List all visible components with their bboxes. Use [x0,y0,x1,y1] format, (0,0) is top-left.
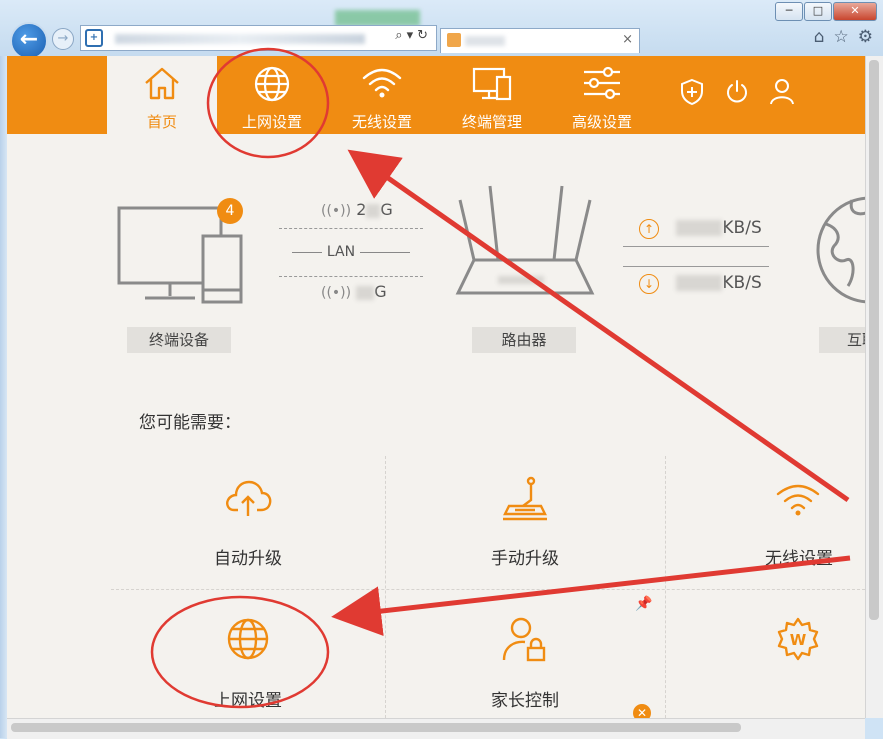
close-icon[interactable]: ✕ [633,704,651,718]
upload-speed: ↑ KB/S [639,218,762,239]
wifi-signal-icon: ((•)) [321,203,352,219]
globe-icon [254,66,290,102]
tab-internet-settings[interactable]: 上网设置 [217,56,327,134]
address-text-blurred [115,34,365,44]
devices-icon [472,67,512,101]
tile-parental-control[interactable]: 家长控制 📌 ✕ [385,590,665,718]
wps-gear-icon: W [777,617,819,661]
router-admin-page: 首页 上网设置 无线设置 终端管理 高级设置 4 终端设备 ((•)) 2 G … [7,56,865,718]
tile-label: 无线设置 [765,549,833,569]
browser-tab[interactable]: × [440,28,640,53]
tile-label: 上网设置 [214,691,282,711]
cloud-upload-icon [226,480,272,516]
pin-icon[interactable]: 📌 [635,596,652,612]
window-frame [0,56,7,738]
scrollbar-thumb[interactable] [11,723,741,732]
speed-divider [623,246,769,247]
horizontal-scrollbar[interactable] [7,718,865,739]
band-5-suffix: G [374,282,387,301]
internet-globe-graphic[interactable] [812,194,865,306]
band-24-status: ((•)) 2G [321,200,393,219]
terminal-count-badge: 4 [217,198,243,224]
tab-title-blurred [465,36,505,46]
nav-label: 终端管理 [461,113,522,131]
address-bar[interactable]: + ⌕▾↻ [80,25,437,51]
user-icon[interactable] [769,78,795,106]
nav-label: 高级设置 [571,113,632,131]
router-label[interactable]: 路由器 [472,327,576,353]
lan-label: LAN [279,244,423,260]
tab-favicon [447,33,461,47]
internet-label[interactable]: 互联 [819,327,865,353]
lan-divider [279,228,423,229]
parental-lock-icon [502,617,546,662]
scrollbar-thumb[interactable] [869,60,879,620]
power-icon[interactable] [724,78,750,106]
tile-wps[interactable]: W [665,590,865,718]
home-icon [145,67,179,100]
tab-wireless-settings[interactable]: 无线设置 [327,56,437,134]
star-icon[interactable]: ☆ [834,27,849,47]
forward-button[interactable]: → [52,28,74,50]
tile-auto-upgrade[interactable]: 自动升级 [111,456,385,589]
globe-icon [227,618,269,660]
sliders-icon [584,66,620,100]
blurred-region [335,10,420,26]
download-speed: ↓ KB/S [639,273,762,294]
vertical-scrollbar[interactable] [865,56,883,718]
minimize-button[interactable]: ─ [775,2,803,21]
site-icon: + [85,29,103,47]
lan-divider [279,276,423,277]
tab-close-icon[interactable]: × [622,32,633,47]
wifi-icon [776,484,820,516]
tile-label: 手动升级 [491,549,559,569]
tile-label: 家长控制 [491,691,559,711]
maximize-button[interactable]: □ [804,2,832,21]
address-tools[interactable]: ⌕▾↻ [395,28,432,43]
gear-icon[interactable]: ⚙ [858,27,873,47]
band-24-prefix: 2 [356,200,367,219]
wifi-icon [362,68,402,98]
upload-unit: KB/S [722,218,762,238]
download-unit: KB/S [722,273,762,293]
close-window-button[interactable]: ✕ [833,2,877,21]
tile-internet-settings[interactable]: 上网设置 [111,590,385,718]
tab-home[interactable]: 首页 [107,56,217,134]
nav-label: 首页 [146,113,177,131]
band-5-status: ((•)) G [321,282,387,301]
download-arrow-icon: ↓ [639,274,659,294]
home-icon[interactable]: ⌂ [814,27,825,47]
top-nav: 首页 上网设置 无线设置 终端管理 高级设置 [7,56,865,134]
terminal-devices-label[interactable]: 终端设备 [127,327,231,353]
browser-toolbar-icons: ⌂ ☆ ⚙ [814,27,873,47]
back-button[interactable]: ← [10,22,48,60]
browser-chrome: ─ □ ✕ ← → + ⌕▾↻ × ⌂ ☆ ⚙ [0,0,883,60]
wifi-signal-icon: ((•)) [321,285,352,301]
nav-label: 无线设置 [351,113,412,131]
lan-text: LAN [326,244,356,260]
manual-upgrade-icon [503,476,547,521]
router-graphic[interactable] [450,178,600,306]
svg-text:W: W [790,631,807,649]
tab-advanced-settings[interactable]: 高级设置 [547,56,657,134]
tile-wireless-settings[interactable]: 无线设置 [665,456,865,589]
nav-label: 上网设置 [241,113,302,131]
upload-arrow-icon: ↑ [639,219,659,239]
band-24-suffix: G [380,200,393,219]
tile-manual-upgrade[interactable]: 手动升级 [385,456,665,589]
tab-terminal-management[interactable]: 终端管理 [437,56,547,134]
window-controls: ─ □ ✕ [774,2,877,21]
speed-divider [623,266,769,267]
shield-icon[interactable] [679,78,705,106]
suggestions-heading: 您可能需要： [139,413,241,433]
tile-label: 自动升级 [214,549,282,569]
